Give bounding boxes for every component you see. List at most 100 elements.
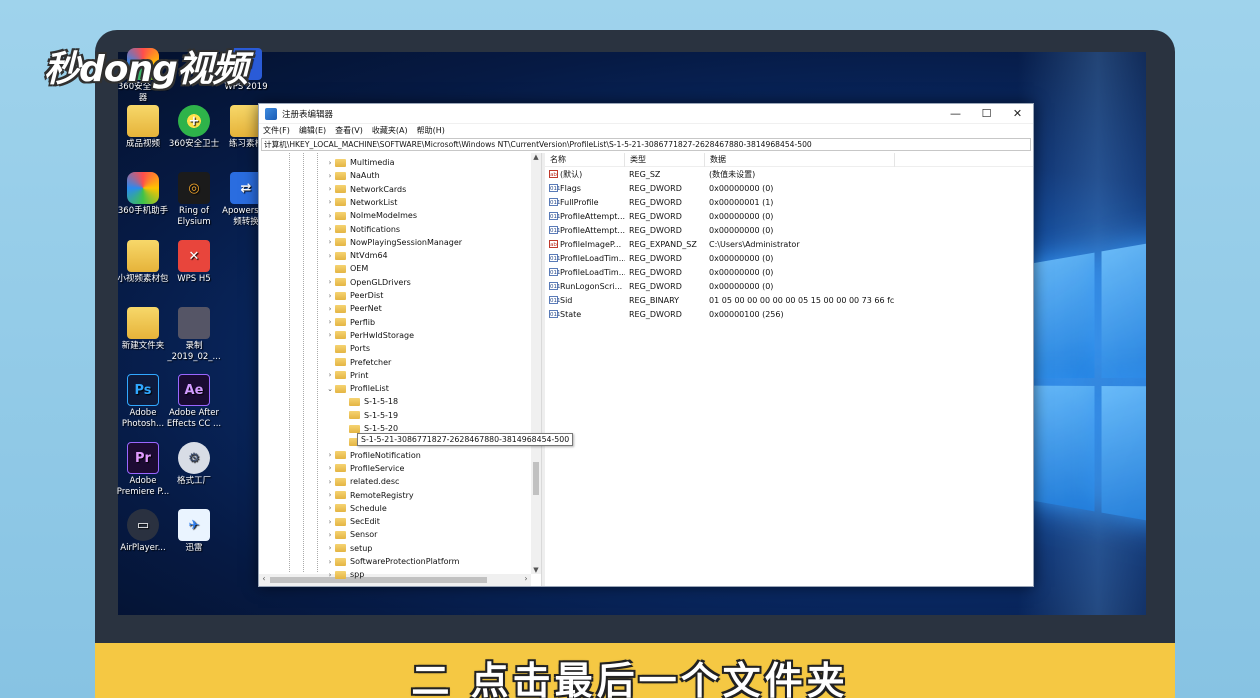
tree-item[interactable]: OEM [325,262,368,275]
tree-item[interactable]: › NaAuth [325,169,380,182]
value-row[interactable]: 011 State REG_DWORD 0x00000100 (256) [545,307,1033,321]
desktop-icon[interactable]: Ae Adobe After Effects CC ... [166,374,222,430]
menu-help[interactable]: 帮助(H) [417,125,445,136]
menu-edit[interactable]: 编辑(E) [299,125,326,136]
desktop-icon[interactable]: 成品视频 [115,105,171,150]
tree-item[interactable]: › Print [325,369,369,382]
column-name[interactable]: 名称 [545,152,625,167]
address-bar[interactable]: 计算机\HKEY_LOCAL_MACHINE\SOFTWARE\Microsof… [261,138,1031,151]
tree-item[interactable]: › SoftwareProtectionPlatform [325,555,460,568]
tree-item[interactable]: Ports [325,342,370,355]
tree-horizontal-scrollbar[interactable]: ‹ › [259,574,531,586]
expand-chevron-icon[interactable]: › [325,292,335,300]
desktop-icon[interactable]: 录制 _2019_02_... [166,307,222,363]
value-row[interactable]: 011 Flags REG_DWORD 0x00000000 (0) [545,181,1033,195]
value-row[interactable]: ab ProfileImageP... REG_EXPAND_SZ C:\Users\… [545,237,1033,251]
expand-chevron-icon[interactable]: › [325,518,335,526]
expand-chevron-icon[interactable]: › [325,371,335,379]
expand-chevron-icon[interactable]: › [325,225,335,233]
value-row[interactable]: 011 ProfileAttempt... REG_DWORD 0x00000000 … [545,209,1033,223]
expand-chevron-icon[interactable]: › [325,331,335,339]
scroll-up-arrow-icon[interactable]: ▲ [531,153,541,161]
value-row[interactable]: 011 RunLogonScri... REG_DWORD 0x00000000 (0… [545,279,1033,293]
desktop-icon[interactable]: Pr Adobe Premiere P... [115,442,171,498]
tree-item[interactable]: › NowPlayingSessionManager [325,236,462,249]
desktop-icon[interactable]: Ps Adobe Photosh... [115,374,171,430]
tree-item[interactable]: › Perflib [325,316,376,329]
tree-item[interactable]: › PeerNet [325,302,382,315]
expand-chevron-icon[interactable]: › [325,531,335,539]
expand-chevron-icon[interactable]: › [325,278,335,286]
value-row[interactable]: ab (默认) REG_SZ (数值未设置) [545,167,1033,181]
desktop-icon[interactable]: 360手机助手 [115,172,171,217]
maximize-button[interactable]: ☐ [971,104,1002,124]
scroll-thumb[interactable] [533,462,539,495]
expand-chevron-icon[interactable]: › [325,464,335,472]
desktop-icon[interactable]: ✕ WPS H5 [166,240,222,285]
tree-item[interactable]: › Schedule [325,502,387,515]
key-tree[interactable]: ▲ ▼ ‹ › › Multimedia › NaAuth › NetworkCards ›… [259,153,542,586]
menu-file[interactable]: 文件(F) [263,125,290,136]
desktop-icon[interactable]: +360安全卫士 [166,105,222,150]
tree-item[interactable]: › NetworkList [325,196,398,209]
tree-item[interactable]: S-1-5-18 [339,395,398,408]
scroll-down-arrow-icon[interactable]: ▼ [531,566,541,574]
menu-favorites[interactable]: 收藏夹(A) [372,125,408,136]
tree-item[interactable]: › ProfileService [325,462,405,475]
expand-chevron-icon[interactable]: › [325,172,335,180]
tree-item[interactable]: › ProfileNotification [325,449,421,462]
tree-item[interactable]: › NtVdm64 [325,249,388,262]
desktop-icon[interactable]: 小视频素材包 [115,240,171,285]
desktop-icon[interactable]: ▭ AirPlayer... [115,509,171,554]
value-row[interactable]: 011 ProfileLoadTim... REG_DWORD 0x00000000 … [545,251,1033,265]
tree-item[interactable]: › PerHwIdStorage [325,329,414,342]
expand-chevron-icon[interactable]: › [325,185,335,193]
value-row[interactable]: 011 Sid REG_BINARY 01 05 00 00 00 00 00 05 … [545,293,1033,307]
desktop-icon[interactable]: ⚙ 格式工厂 [166,442,222,487]
scroll-right-arrow-icon[interactable]: › [521,574,531,583]
tree-item[interactable]: › Notifications [325,223,400,236]
tree-item[interactable]: › related.desc [325,475,400,488]
tree-item[interactable]: › setup [325,542,373,555]
expand-chevron-icon[interactable]: › [325,451,335,459]
desktop-icon[interactable]: ◎ Ring of Elysium [166,172,222,228]
tree-item[interactable]: › Multimedia [325,156,395,169]
tree-item[interactable]: › SecEdit [325,515,380,528]
value-row[interactable]: 011 ProfileAttempt... REG_DWORD 0x00000000 … [545,223,1033,237]
expand-chevron-icon[interactable]: › [325,491,335,499]
tree-item[interactable]: › OpenGLDrivers [325,276,411,289]
expand-chevron-icon[interactable]: › [325,504,335,512]
tree-item[interactable]: › NoImeModeImes [325,209,417,222]
expand-chevron-icon[interactable]: › [325,558,335,566]
tree-vertical-scrollbar[interactable]: ▲ ▼ [531,153,541,574]
tree-item[interactable]: Prefetcher [325,356,391,369]
scroll-left-arrow-icon[interactable]: ‹ [259,574,269,583]
close-button[interactable]: ✕ [1002,104,1033,124]
expand-chevron-icon[interactable]: › [325,159,335,167]
expand-chevron-icon[interactable]: › [325,238,335,246]
expand-chevron-icon[interactable]: › [325,252,335,260]
expand-chevron-icon[interactable]: › [325,212,335,220]
value-row[interactable]: 011 FullProfile REG_DWORD 0x00000001 (1) [545,195,1033,209]
tree-item[interactable]: › PeerDist [325,289,384,302]
values-pane[interactable]: 名称 类型 数据 ab (默认) REG_SZ (数值未设置) 011 Flags REG_… [545,152,1033,586]
registry-editor-window[interactable]: 注册表编辑器 — ☐ ✕ 文件(F) 编辑(E) 查看(V) 收藏夹(A) 帮助… [258,103,1034,587]
tree-item[interactable]: ⌄ ProfileList [325,382,389,395]
expand-chevron-icon[interactable]: › [325,318,335,326]
minimize-button[interactable]: — [940,104,971,124]
tree-item[interactable]: › NetworkCards [325,183,407,196]
tree-item[interactable]: › spp [325,568,365,581]
expand-chevron-icon[interactable]: › [325,571,335,579]
tree-item[interactable]: S-1-5-19 [339,409,398,422]
desktop-icon[interactable]: ✈ 迅雷 [166,509,222,554]
value-row[interactable]: 011 ProfileLoadTim... REG_DWORD 0x00000000 … [545,265,1033,279]
tree-item[interactable]: › Sensor [325,528,378,541]
column-data[interactable]: 数据 [705,152,895,167]
title-bar[interactable]: 注册表编辑器 — ☐ ✕ [259,104,1033,124]
desktop-icon[interactable]: 新建文件夹 [115,307,171,352]
tree-item[interactable]: › RemoteRegistry [325,489,414,502]
scroll-thumb[interactable] [270,577,487,583]
column-type[interactable]: 类型 [625,152,705,167]
menu-view[interactable]: 查看(V) [335,125,363,136]
expand-chevron-icon[interactable]: › [325,198,335,206]
